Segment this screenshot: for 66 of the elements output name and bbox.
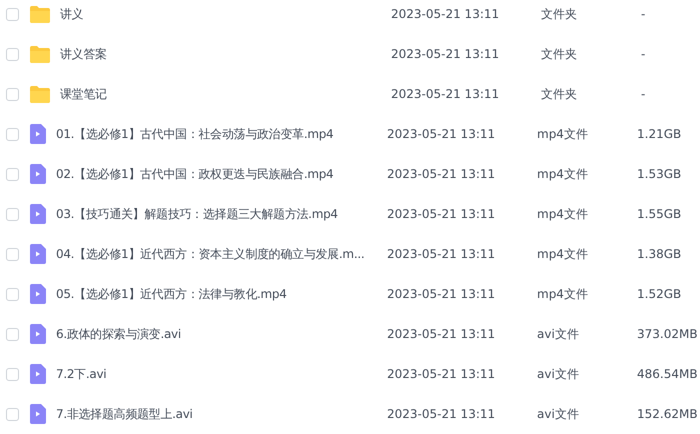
checkbox[interactable] bbox=[6, 168, 19, 180]
file-size: 1.52GB bbox=[637, 286, 682, 303]
video-file-icon bbox=[30, 204, 46, 224]
file-name[interactable]: 02.【选必修1】古代中国：政权更迭与民族融合.mp4 bbox=[56, 165, 387, 183]
checkbox[interactable] bbox=[6, 408, 19, 420]
modified-date: 2023-05-21 13:11 bbox=[391, 86, 500, 103]
file-size: 1.21GB bbox=[637, 126, 682, 143]
file-name[interactable]: 讲义答案 bbox=[60, 45, 391, 63]
folder-icon bbox=[30, 86, 50, 102]
file-name[interactable]: 讲义 bbox=[60, 5, 391, 23]
file-size: - bbox=[641, 6, 646, 23]
file-name[interactable]: 01.【选必修1】古代中国：社会动荡与政治变革.mp4 bbox=[56, 125, 387, 143]
video-file-icon bbox=[30, 364, 46, 384]
folder-icon bbox=[30, 6, 50, 22]
folder-icon bbox=[30, 46, 50, 62]
file-size: 486.54MB bbox=[637, 366, 698, 383]
video-file-icon bbox=[30, 244, 46, 264]
file-type: mp4文件 bbox=[537, 246, 589, 263]
file-type: mp4文件 bbox=[537, 286, 589, 303]
checkbox[interactable] bbox=[6, 48, 19, 60]
file-size: - bbox=[641, 86, 646, 103]
file-name[interactable]: 课堂笔记 bbox=[60, 85, 391, 103]
modified-date: 2023-05-21 13:11 bbox=[387, 206, 496, 223]
checkbox[interactable] bbox=[6, 8, 19, 20]
modified-date: 2023-05-21 13:11 bbox=[387, 366, 496, 383]
file-name[interactable]: 7.非选择题高频题型上.avi bbox=[56, 405, 387, 423]
modified-date: 2023-05-21 13:11 bbox=[387, 166, 496, 183]
file-type: 文件夹 bbox=[541, 6, 578, 23]
file-type: 文件夹 bbox=[541, 46, 578, 63]
file-name[interactable]: 7.2下.avi bbox=[56, 365, 387, 383]
checkbox[interactable] bbox=[6, 248, 19, 260]
video-file-icon bbox=[30, 404, 46, 424]
file-type: avi文件 bbox=[537, 326, 580, 343]
file-type: mp4文件 bbox=[537, 166, 589, 183]
file-name[interactable]: 04.【选必修1】近代西方：资本主义制度的确立与发展.m... bbox=[56, 245, 387, 263]
checkbox[interactable] bbox=[6, 208, 19, 220]
file-type: 文件夹 bbox=[541, 86, 578, 103]
file-name[interactable]: 6.政体的探索与演变.avi bbox=[56, 325, 387, 343]
modified-date: 2023-05-21 13:11 bbox=[391, 46, 500, 63]
video-file-icon bbox=[30, 124, 46, 144]
checkbox[interactable] bbox=[6, 328, 19, 340]
checkbox[interactable] bbox=[6, 128, 19, 140]
file-type: avi文件 bbox=[537, 366, 580, 383]
file-size: 1.38GB bbox=[637, 246, 682, 263]
modified-date: 2023-05-21 13:11 bbox=[387, 286, 496, 303]
checkbox[interactable] bbox=[6, 288, 19, 300]
file-name[interactable]: 03.【技巧通关】解题技巧：选择题三大解题方法.mp4 bbox=[56, 205, 387, 223]
file-size: 1.53GB bbox=[637, 166, 682, 183]
modified-date: 2023-05-21 13:11 bbox=[387, 326, 496, 343]
video-file-icon bbox=[30, 284, 46, 304]
modified-date: 2023-05-21 13:11 bbox=[391, 6, 500, 23]
file-type: mp4文件 bbox=[537, 206, 589, 223]
file-type: avi文件 bbox=[537, 406, 580, 423]
modified-date: 2023-05-21 13:11 bbox=[387, 246, 496, 263]
file-type: mp4文件 bbox=[537, 126, 589, 143]
file-name[interactable]: 05.【选必修1】近代西方：法律与教化.mp4 bbox=[56, 285, 387, 303]
file-size: 373.02MB bbox=[637, 326, 698, 343]
file-size: 1.55GB bbox=[637, 206, 682, 223]
file-size: 152.62MB bbox=[637, 406, 698, 423]
video-file-icon bbox=[30, 324, 46, 344]
modified-date: 2023-05-21 13:11 bbox=[387, 406, 496, 423]
file-size: - bbox=[641, 46, 646, 63]
modified-date: 2023-05-21 13:11 bbox=[387, 126, 496, 143]
checkbox[interactable] bbox=[6, 368, 19, 380]
video-file-icon bbox=[30, 164, 46, 184]
checkbox[interactable] bbox=[6, 88, 19, 100]
